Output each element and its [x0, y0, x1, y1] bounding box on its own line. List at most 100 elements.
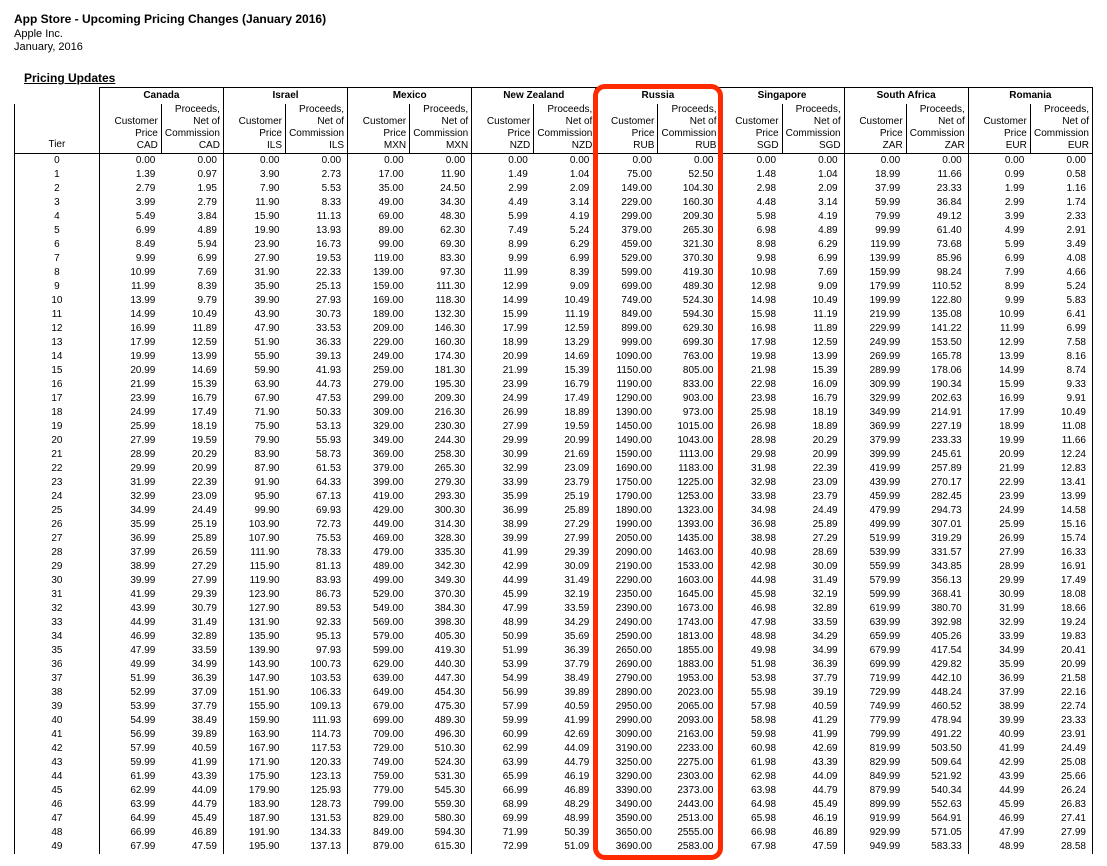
price-cell: 69.93 [286, 504, 348, 518]
price-cell: 7.49 [472, 224, 534, 238]
price-cell: 99.99 [844, 224, 906, 238]
price-cell: 245.61 [906, 448, 968, 462]
price-cell: 75.00 [596, 168, 658, 182]
price-cell: 41.99 [968, 742, 1030, 756]
price-cell: 799.99 [844, 728, 906, 742]
price-cell: 289.99 [844, 364, 906, 378]
price-cell: 11.99 [99, 280, 161, 294]
price-cell: 13.29 [534, 336, 596, 350]
price-cell: 2065.00 [658, 700, 720, 714]
price-cell: 5.83 [1030, 294, 1092, 308]
price-cell: 9.99 [472, 252, 534, 266]
price-cell: 1.39 [99, 168, 161, 182]
price-cell: 57.98 [720, 700, 782, 714]
price-cell: 1533.00 [658, 560, 720, 574]
tier-cell: 12 [15, 322, 100, 336]
price-cell: 1813.00 [658, 630, 720, 644]
price-cell: 16.91 [1030, 560, 1092, 574]
table-row: 4967.9947.59195.90137.13879.00615.3072.9… [15, 840, 1093, 854]
price-cell: 1.99 [968, 182, 1030, 196]
price-cell: 59.99 [99, 756, 161, 770]
price-cell: 2890.00 [596, 686, 658, 700]
table-row: 1520.9914.6959.9041.93259.00181.3021.991… [15, 364, 1093, 378]
customer-price-header-sgd: CustomerPriceSGD [720, 104, 782, 154]
price-cell: 55.98 [720, 686, 782, 700]
price-cell: 139.99 [844, 252, 906, 266]
price-cell: 257.89 [906, 462, 968, 476]
price-cell: 639.99 [844, 616, 906, 630]
price-cell: 36.99 [472, 504, 534, 518]
price-cell: 34.30 [410, 196, 472, 210]
price-cell: 419.00 [348, 490, 410, 504]
price-cell: 569.00 [348, 616, 410, 630]
price-cell: 151.90 [223, 686, 285, 700]
tier-cell: 3 [15, 196, 100, 210]
price-cell: 125.93 [286, 784, 348, 798]
price-cell: 15.16 [1030, 518, 1092, 532]
price-cell: 349.00 [348, 434, 410, 448]
price-cell: 11.08 [1030, 420, 1092, 434]
price-cell: 16.79 [782, 392, 844, 406]
price-cell: 17.00 [348, 168, 410, 182]
table-row: 79.996.9927.9019.53119.0083.309.996.9952… [15, 252, 1093, 266]
price-cell: 16.79 [161, 392, 223, 406]
price-cell: 52.99 [99, 686, 161, 700]
price-cell: 65.99 [472, 770, 534, 784]
price-cell: 17.98 [720, 336, 782, 350]
price-cell: 19.83 [1030, 630, 1092, 644]
tier-cell: 48 [15, 826, 100, 840]
price-cell: 2.79 [161, 196, 223, 210]
price-cell: 24.99 [99, 406, 161, 420]
region-header-zar: South Africa [844, 88, 968, 105]
price-cell: 342.30 [410, 560, 472, 574]
price-cell: 16.09 [782, 378, 844, 392]
proceeds-header-ils: Proceeds,Net ofCommissionILS [286, 104, 348, 154]
price-cell: 519.99 [844, 532, 906, 546]
price-cell: 1.04 [534, 168, 596, 182]
price-cell: 42.69 [534, 728, 596, 742]
price-cell: 521.92 [906, 770, 968, 784]
price-cell: 14.99 [99, 308, 161, 322]
price-cell: 1990.00 [596, 518, 658, 532]
price-cell: 174.30 [410, 350, 472, 364]
price-cell: 529.00 [596, 252, 658, 266]
price-cell: 3390.00 [596, 784, 658, 798]
price-cell: 40.59 [782, 700, 844, 714]
price-cell: 579.00 [348, 630, 410, 644]
price-cell: 2190.00 [596, 560, 658, 574]
table-row: 2837.9926.59111.9078.33479.00335.3041.99… [15, 546, 1093, 560]
price-cell: 5.49 [99, 210, 161, 224]
price-cell: 33.59 [534, 602, 596, 616]
price-cell: 9.99 [968, 294, 1030, 308]
price-cell: 19.59 [534, 420, 596, 434]
price-cell: 829.00 [348, 812, 410, 826]
customer-price-header-eur: CustomerPriceEUR [968, 104, 1030, 154]
price-cell: 104.30 [658, 182, 720, 196]
price-cell: 18.89 [534, 406, 596, 420]
price-cell: 475.30 [410, 700, 472, 714]
price-cell: 571.05 [906, 826, 968, 840]
price-cell: 47.99 [99, 644, 161, 658]
price-cell: 44.99 [472, 574, 534, 588]
price-cell: 0.00 [782, 154, 844, 169]
price-cell: 52.50 [658, 168, 720, 182]
price-cell: 5.53 [286, 182, 348, 196]
price-cell: 23.79 [782, 490, 844, 504]
price-cell: 35.99 [968, 658, 1030, 672]
price-cell: 37.79 [782, 672, 844, 686]
table-row: 3649.9934.99143.90100.73629.00440.3053.9… [15, 658, 1093, 672]
price-cell: 36.39 [782, 658, 844, 672]
price-cell: 2.91 [1030, 224, 1092, 238]
table-row: 4764.9945.49187.90131.53829.00580.3069.9… [15, 812, 1093, 826]
price-cell: 293.30 [410, 490, 472, 504]
price-cell: 447.30 [410, 672, 472, 686]
table-row: 45.493.8415.9011.1369.0048.305.994.19299… [15, 210, 1093, 224]
tier-cell: 36 [15, 658, 100, 672]
price-cell: 0.00 [534, 154, 596, 169]
price-cell: 44.98 [720, 574, 782, 588]
price-cell: 46.19 [782, 812, 844, 826]
price-cell: 229.00 [348, 336, 410, 350]
price-cell: 59.90 [223, 364, 285, 378]
price-cell: 749.00 [348, 756, 410, 770]
price-cell: 489.30 [410, 714, 472, 728]
